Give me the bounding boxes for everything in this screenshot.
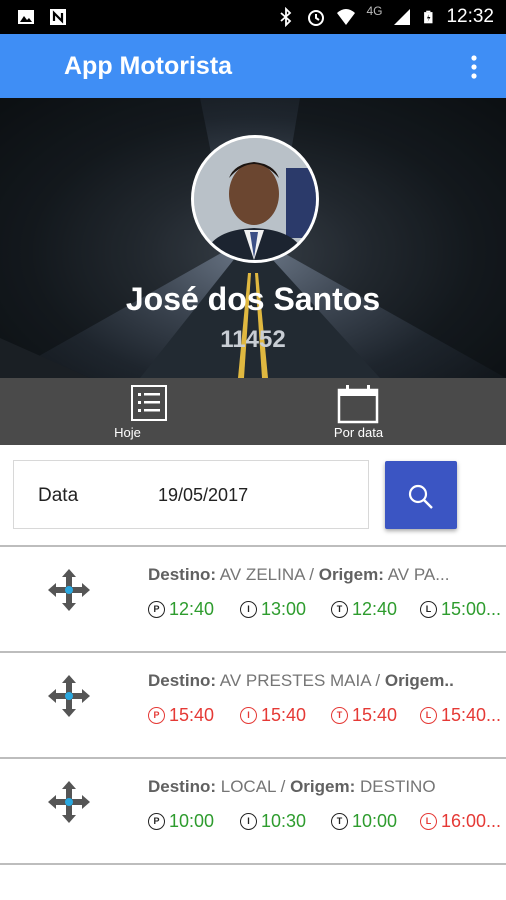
overflow-menu-icon[interactable] bbox=[460, 52, 488, 82]
time-p: P 12:40 bbox=[148, 599, 214, 620]
trip-route: Destino: AV ZELINA / Origem: AV PA... bbox=[148, 565, 450, 584]
app-title: App Motorista bbox=[64, 52, 233, 80]
alarm-icon bbox=[308, 10, 325, 26]
driver-photo bbox=[194, 138, 316, 260]
time-t: T 12:40 bbox=[331, 599, 397, 620]
wifi-icon bbox=[337, 9, 356, 25]
signal-icon bbox=[394, 9, 411, 25]
time-p: P 15:40 bbox=[148, 705, 214, 726]
tab-por-data[interactable]: Por data bbox=[232, 378, 485, 445]
profile-header: José dos Santos 11452 bbox=[0, 98, 506, 378]
trip-row[interactable]: Destino: AV PRESTES MAIA / Origem.. P 15:… bbox=[0, 651, 506, 757]
network-type: 4G bbox=[366, 4, 383, 18]
time-i: I 10:30 bbox=[240, 811, 306, 832]
date-field[interactable]: Data 19/05/2017 bbox=[13, 460, 369, 529]
move-arrows-icon bbox=[48, 781, 90, 823]
status-time: 12:32 bbox=[446, 6, 494, 27]
date-field-label: Data bbox=[38, 485, 79, 506]
date-search-row: Data 19/05/2017 bbox=[0, 445, 506, 545]
trip-list: Destino: AV ZELINA / Origem: AV PA... P1… bbox=[0, 545, 506, 865]
trip-times: P 12:40 I 13:00 T 12:40 L 15:00... bbox=[148, 599, 506, 623]
app-bar: App Motorista bbox=[0, 34, 506, 98]
trip-row[interactable]: Destino: AV ZELINA / Origem: AV PA... P1… bbox=[0, 545, 506, 651]
time-t: T 10:00 bbox=[331, 811, 397, 832]
battery-icon bbox=[424, 10, 433, 24]
time-p: P 10:00 bbox=[148, 811, 214, 832]
time-i: I 15:40 bbox=[240, 705, 306, 726]
trip-route: Destino: LOCAL / Origem: DESTINO bbox=[148, 777, 436, 796]
search-button[interactable] bbox=[385, 461, 457, 529]
time-l: L 15:40... bbox=[420, 705, 501, 726]
time-l: L 16:00... bbox=[420, 811, 501, 832]
n-notification-icon bbox=[50, 9, 66, 25]
trip-times: P 15:40 I 15:40 T 15:40 L 15:40... bbox=[148, 705, 506, 729]
date-field-value[interactable]: 19/05/2017 bbox=[158, 485, 248, 506]
tab-hoje-label: Hoje bbox=[114, 425, 141, 440]
tab-por-data-label: Por data bbox=[333, 425, 384, 440]
trip-times: P 10:00 I 10:30 T 10:00 L 16:00... bbox=[148, 811, 506, 835]
time-l: L 15:00... bbox=[420, 599, 501, 620]
driver-name: José dos Santos bbox=[125, 281, 381, 317]
move-arrows-icon bbox=[48, 675, 90, 717]
time-t: T 15:40 bbox=[331, 705, 397, 726]
move-arrows-icon bbox=[48, 569, 90, 611]
tab-bar: Hoje Por data bbox=[0, 378, 506, 445]
calendar-icon bbox=[337, 385, 379, 424]
status-bar: 4G 12:32 bbox=[0, 0, 506, 34]
avatar bbox=[191, 135, 319, 263]
search-icon bbox=[408, 484, 433, 509]
trip-route: Destino: AV PRESTES MAIA / Origem.. bbox=[148, 671, 454, 690]
image-icon bbox=[18, 10, 34, 24]
bluetooth-icon bbox=[280, 7, 292, 27]
list-icon bbox=[131, 385, 167, 421]
driver-code: 11452 bbox=[220, 326, 286, 353]
trip-row[interactable]: Destino: LOCAL / Origem: DESTINO P 10:00 … bbox=[0, 757, 506, 865]
time-i: I 13:00 bbox=[240, 599, 306, 620]
